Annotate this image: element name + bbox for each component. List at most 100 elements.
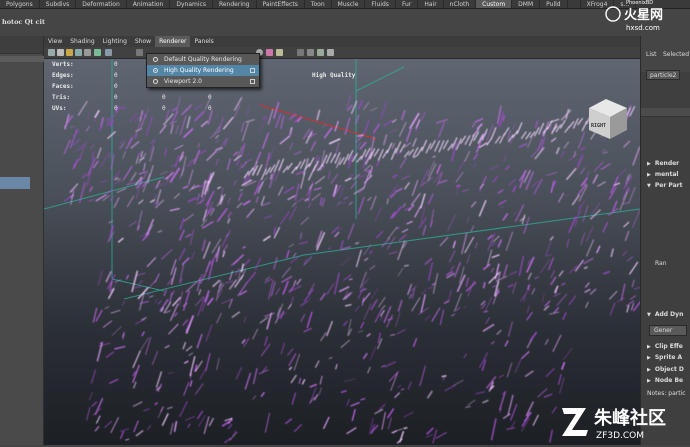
- shadows-icon[interactable]: [297, 49, 304, 56]
- particle-strand: [139, 280, 142, 284]
- particle-strand: [190, 380, 192, 386]
- section-object-display[interactable]: ▶Object D: [647, 366, 684, 373]
- particle-strand: [328, 247, 331, 249]
- shelf-tab[interactable]: [568, 0, 581, 9]
- section-node-behavior[interactable]: ▶Node Be: [647, 377, 683, 384]
- shelf-tab[interactable]: Polygons: [0, 0, 40, 9]
- resolution-gate-icon[interactable]: [105, 49, 112, 56]
- shelf-tab[interactable]: Fluids: [365, 0, 396, 9]
- shelf-tab[interactable]: PaintEffects: [257, 0, 305, 9]
- viewport-menu-show[interactable]: Show: [131, 36, 155, 47]
- particle-strand: [261, 196, 264, 205]
- shelf-tab[interactable]: nCloth: [444, 0, 477, 9]
- tab-list[interactable]: List: [646, 51, 657, 58]
- section-render[interactable]: ▶Render: [647, 160, 679, 167]
- particle-strand: [363, 353, 367, 359]
- particle-strand: [631, 303, 634, 311]
- particle-strand: [398, 268, 403, 276]
- particle-strand: [408, 382, 411, 390]
- textured-icon[interactable]: [266, 49, 273, 56]
- particle-strand: [495, 136, 500, 143]
- shelf-custom-text[interactable]: hotoc Qt cit: [2, 18, 45, 26]
- particle-strand: [264, 216, 273, 219]
- xray-icon[interactable]: [307, 49, 314, 56]
- use-lights-icon[interactable]: [276, 49, 283, 56]
- film-gate-icon[interactable]: [94, 49, 101, 56]
- viewport-menu-lighting[interactable]: Lighting: [99, 36, 131, 47]
- particle-strand: [274, 257, 277, 269]
- section-mental[interactable]: ▶mental: [647, 171, 678, 178]
- isolate-select-icon[interactable]: [317, 49, 324, 56]
- viewport-menu-panels[interactable]: Panels: [190, 36, 217, 47]
- shelf-tab[interactable]: DMM: [512, 0, 540, 9]
- particle-strand: [157, 189, 161, 204]
- option-box-icon[interactable]: [250, 68, 255, 73]
- particle-strand: [170, 304, 178, 321]
- shelf-tab[interactable]: Muscle: [332, 0, 366, 9]
- shelf-tab[interactable]: Animation: [127, 0, 171, 9]
- shelf-tab[interactable]: Rendering: [213, 0, 257, 9]
- particle-strand: [132, 271, 138, 292]
- particle-strand: [87, 407, 91, 421]
- particle-strand: [578, 118, 583, 125]
- section-clip-effects[interactable]: ▶Clip Effe: [647, 343, 683, 350]
- shelf-tab[interactable]: Subdivs: [40, 0, 77, 9]
- particle-strand: [292, 393, 296, 405]
- camera-attributes-icon[interactable]: [57, 49, 64, 56]
- particle-strand: [448, 144, 453, 151]
- particle-strand: [324, 128, 332, 139]
- particle-strand: [288, 196, 296, 200]
- option-box-icon[interactable]: [250, 79, 255, 84]
- particle-strand: [228, 424, 232, 429]
- shelf-tab[interactable]: Pulld: [540, 0, 567, 9]
- particle-strand: [190, 229, 194, 245]
- particle-strand: [263, 133, 269, 149]
- shelf-tab[interactable]: Dynamics: [170, 0, 213, 9]
- particle-strand: [307, 312, 312, 328]
- shelf-tab[interactable]: Custom: [476, 0, 512, 9]
- particle-strand: [546, 238, 552, 255]
- particle-strand: [508, 322, 512, 337]
- select-camera-icon[interactable]: [48, 49, 55, 56]
- particle-strand: [301, 217, 309, 225]
- section-per-particle[interactable]: ▼Per Part: [647, 182, 683, 189]
- particle-strand: [530, 332, 536, 341]
- particle-strand: [320, 376, 322, 385]
- particle-strand: [465, 237, 474, 253]
- particle-strand: [242, 162, 247, 168]
- menu-item-viewport-2[interactable]: Viewport 2.0: [147, 76, 259, 87]
- section-sprite[interactable]: ▶Sprite A: [647, 354, 682, 361]
- shelf-tab[interactable]: Hair: [418, 0, 443, 9]
- viewport-3d[interactable]: Verts: Edges: Faces: Tris: UVs: 0 0 0 0 …: [44, 59, 640, 445]
- menu-item-high-quality[interactable]: High Quality Rendering: [147, 65, 259, 76]
- shelf-tab[interactable]: Toon: [305, 0, 332, 9]
- left-panel-selected-item[interactable]: [0, 177, 30, 189]
- general-button[interactable]: Gener: [649, 325, 687, 336]
- particle-strand: [580, 201, 584, 209]
- particle-strand: [563, 312, 566, 320]
- particle-strand: [355, 243, 359, 244]
- particle-strand: [423, 225, 426, 235]
- viewport-menu-renderer[interactable]: Renderer: [155, 36, 190, 47]
- particle-strand: [364, 170, 371, 189]
- particle-strand: [620, 192, 628, 211]
- particle-strand: [597, 246, 600, 253]
- viewport-menu-view[interactable]: View: [44, 36, 66, 47]
- section-add-dynamic[interactable]: ▼Add Dyn: [647, 311, 683, 318]
- wireframe-icon[interactable]: [136, 49, 143, 56]
- tab-selected[interactable]: Selected: [663, 51, 689, 58]
- tab-particle2[interactable]: particle2: [646, 70, 680, 80]
- menu-item-default-quality[interactable]: Default Quality Rendering: [147, 54, 259, 65]
- render-icon[interactable]: [327, 49, 334, 56]
- shelf-tab[interactable]: Deformation: [76, 0, 126, 9]
- shelf-tab[interactable]: Fur: [396, 0, 418, 9]
- particle-strand: [281, 276, 292, 282]
- particle-strand: [312, 193, 321, 200]
- particle-strand: [525, 371, 533, 377]
- grid-icon[interactable]: [84, 49, 91, 56]
- image-plane-icon[interactable]: [75, 49, 82, 56]
- viewport-menu-shading[interactable]: Shading: [66, 36, 98, 47]
- particle-strand: [217, 187, 221, 189]
- bookmark-icon[interactable]: [66, 49, 73, 56]
- particle-strand: [194, 105, 202, 110]
